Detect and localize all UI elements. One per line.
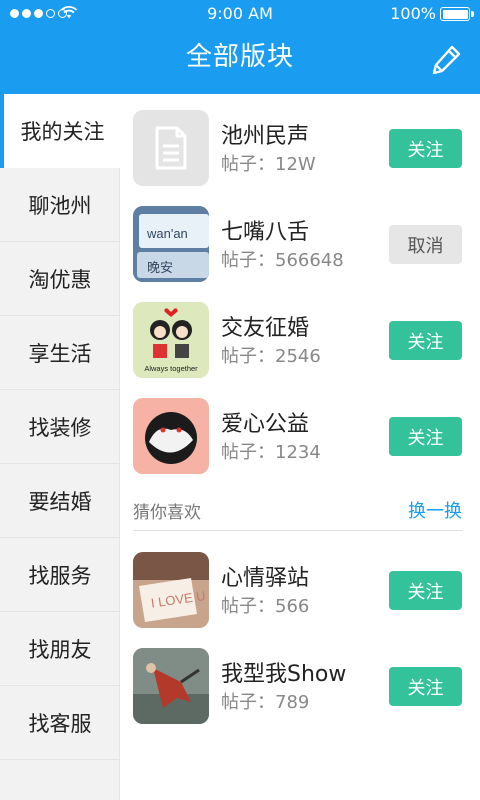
sidebar-item-life[interactable]: 享生活 bbox=[0, 316, 120, 390]
sidebar-item-wedding[interactable]: 要结婚 bbox=[0, 464, 120, 538]
section-title: 猜你喜欢 bbox=[133, 503, 201, 523]
sidebar-item-label: 找装修 bbox=[28, 415, 92, 440]
follow-button[interactable]: 关注 bbox=[389, 417, 462, 456]
forum-thumbnail: Always together bbox=[133, 302, 209, 378]
forum-name: 我型我Show bbox=[221, 662, 347, 687]
edit-button[interactable] bbox=[428, 42, 464, 78]
sidebar-item-label: 我的关注 bbox=[20, 120, 105, 144]
forum-thumbnail: I LOVE U bbox=[133, 552, 209, 628]
status-bar: 9:00 AM 100% bbox=[0, 0, 480, 28]
post-count: 帖子：566 bbox=[221, 596, 310, 617]
document-icon bbox=[133, 110, 209, 186]
refresh-link[interactable]: 换一换 bbox=[408, 497, 462, 523]
sidebar-item-services[interactable]: 找服务 bbox=[0, 538, 120, 612]
category-sidebar: 我的关注 聊池州 淘优惠 享生活 找装修 要结婚 找服务 找朋友 找客服 bbox=[0, 94, 121, 800]
list-item[interactable]: I LOVE U 心情驿站 帖子：566 关注 bbox=[121, 536, 480, 632]
sidebar-item-label: 淘优惠 bbox=[28, 267, 92, 292]
follow-button[interactable]: 关注 bbox=[389, 667, 462, 706]
sidebar-item-label: 找客服 bbox=[28, 711, 92, 736]
sidebar-item-chizhou-chat[interactable]: 聊池州 bbox=[0, 168, 120, 242]
sidebar-item-renovation[interactable]: 找装修 bbox=[0, 390, 120, 464]
post-count: 帖子：566648 bbox=[221, 250, 344, 271]
forum-thumbnail bbox=[133, 398, 209, 474]
follow-button[interactable]: 关注 bbox=[389, 571, 462, 610]
forum-name: 心情驿站 bbox=[221, 566, 310, 591]
page-title: 全部版块 bbox=[185, 42, 294, 72]
sidebar-item-friends[interactable]: 找朋友 bbox=[0, 612, 120, 686]
battery-icon bbox=[440, 7, 474, 21]
keyboard-word-text: wan'an bbox=[146, 226, 188, 241]
forum-thumbnail bbox=[133, 648, 209, 724]
post-count: 帖子：2546 bbox=[221, 346, 321, 367]
sidebar-item-deals[interactable]: 淘优惠 bbox=[0, 242, 120, 316]
sidebar-item-my-follows[interactable]: 我的关注 bbox=[0, 94, 121, 168]
pencil-icon bbox=[432, 45, 461, 75]
follow-button[interactable]: 关注 bbox=[389, 129, 462, 168]
forum-name: 七嘴八舌 bbox=[221, 220, 310, 245]
recommend-section-header: 猜你喜欢 换一换 bbox=[121, 492, 480, 528]
sidebar-item-customer-service[interactable]: 找客服 bbox=[0, 686, 120, 760]
post-count: 帖子：789 bbox=[221, 692, 310, 713]
sidebar-item-label: 享生活 bbox=[28, 341, 92, 366]
forum-list: 池州民声 帖子：12W 关注 wan'an 晚安 七嘴八舌 帖子：566648 … bbox=[121, 94, 480, 800]
sidebar-item-label: 找朋友 bbox=[28, 637, 92, 662]
sidebar-item-label: 聊池州 bbox=[28, 193, 92, 218]
list-item[interactable]: wan'an 晚安 七嘴八舌 帖子：566648 取消 bbox=[121, 190, 480, 286]
keyboard-candidate-text: 晚安 bbox=[147, 261, 173, 276]
post-count: 帖子：12W bbox=[221, 154, 316, 175]
unfollow-button[interactable]: 取消 bbox=[389, 225, 462, 264]
follow-button[interactable]: 关注 bbox=[389, 321, 462, 360]
list-item[interactable]: 爱心公益 帖子：1234 关注 bbox=[121, 382, 480, 478]
couple-caption-text: Always together bbox=[144, 364, 198, 373]
forum-name: 池州民声 bbox=[221, 124, 310, 149]
list-item[interactable]: Always together 交友征婚 帖子：2546 关注 bbox=[121, 286, 480, 382]
app-header: 9:00 AM 100% 全部版块 bbox=[0, 0, 480, 94]
forum-name: 爱心公益 bbox=[221, 412, 310, 437]
sidebar-item-label: 要结婚 bbox=[28, 489, 92, 514]
sidebar-item-label: 找服务 bbox=[28, 563, 92, 588]
forum-thumbnail: wan'an 晚安 bbox=[133, 206, 209, 282]
post-count: 帖子：1234 bbox=[221, 442, 321, 463]
list-item[interactable]: 池州民声 帖子：12W 关注 bbox=[121, 94, 480, 190]
battery-percent: 100% bbox=[390, 4, 436, 23]
divider bbox=[133, 530, 463, 531]
list-item[interactable]: 我型我Show 帖子：789 关注 bbox=[121, 632, 480, 728]
forum-name: 交友征婚 bbox=[221, 316, 310, 341]
